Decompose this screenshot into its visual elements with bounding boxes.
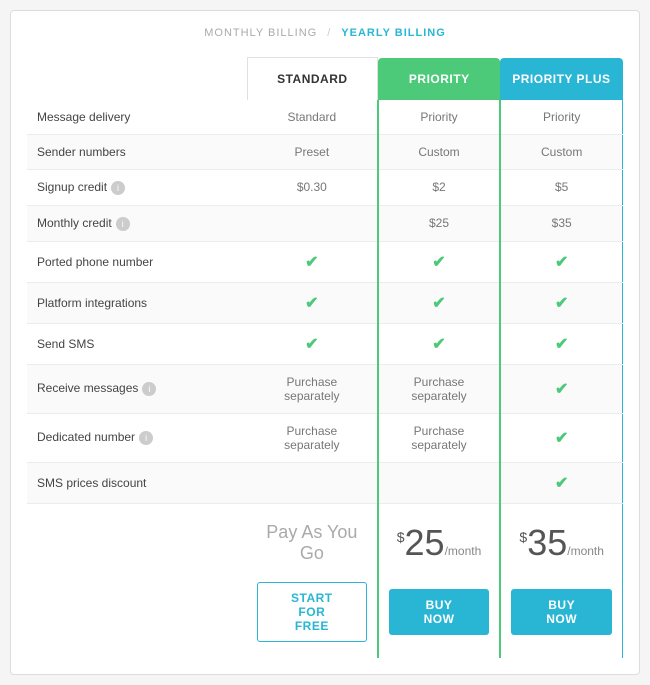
footer-label-empty [27, 503, 247, 574]
feature-label: Receive messagesi [27, 364, 247, 413]
buy-now-priority-plus-button[interactable]: BUY NOW [511, 589, 612, 635]
table-row: Message deliveryStandardPriorityPriority [27, 100, 623, 135]
check-icon: ✔ [305, 295, 318, 312]
column-header-priority: PRIORITY [378, 58, 501, 101]
feature-label: Sender numbers [27, 135, 247, 170]
priority-plus-value: ✔ [500, 323, 622, 364]
priority-plus-value: ✔ [500, 282, 622, 323]
feature-label: Message delivery [27, 100, 247, 135]
check-icon: ✔ [555, 475, 568, 492]
priority-button-cell: BUY NOW [378, 574, 501, 658]
priority-plus-value: ✔ [500, 364, 622, 413]
yearly-billing-label[interactable]: YEARLY BILLING [341, 27, 445, 39]
priority-value: ✔ [378, 282, 501, 323]
check-icon: ✔ [305, 254, 318, 271]
footer-button-row: START FOR FREE BUY NOW BUY NOW [27, 574, 623, 658]
priority-value [378, 462, 501, 503]
priority-value: Purchase separately [378, 413, 501, 462]
priority-plus-price-period: /month [567, 544, 604, 558]
standard-value: ✔ [247, 282, 378, 323]
priority-value: $2 [378, 170, 501, 206]
table-row: Receive messagesiPurchase separatelyPurc… [27, 364, 623, 413]
feature-label: Send SMS [27, 323, 247, 364]
priority-plus-price-amount: $35/month [511, 525, 612, 561]
standard-value: Preset [247, 135, 378, 170]
check-icon: ✔ [432, 295, 445, 312]
standard-value: $0.30 [247, 170, 378, 206]
check-icon: ✔ [305, 336, 318, 353]
table-row: Signup crediti$0.30$2$5 [27, 170, 623, 206]
priority-value: ✔ [378, 241, 501, 282]
priority-value: Custom [378, 135, 501, 170]
table-row: Send SMS ✔ ✔ ✔ [27, 323, 623, 364]
feature-label: Dedicated numberi [27, 413, 247, 462]
priority-value: Priority [378, 100, 501, 135]
priority-plus-value: Priority [500, 100, 622, 135]
table-row: Monthly crediti $25$35 [27, 205, 623, 241]
priority-plus-value: ✔ [500, 413, 622, 462]
standard-value [247, 205, 378, 241]
priority-price-display: $25/month [378, 503, 501, 574]
check-icon: ✔ [555, 295, 568, 312]
pricing-table: STANDARD PRIORITY PRIORITY PLUS Message … [27, 57, 623, 658]
info-icon[interactable]: i [142, 382, 156, 396]
check-icon: ✔ [555, 336, 568, 353]
priority-plus-price-number: 35 [527, 522, 567, 563]
table-row: Sender numbersPresetCustomCustom [27, 135, 623, 170]
check-icon: ✔ [432, 336, 445, 353]
priority-plus-value: ✔ [500, 462, 622, 503]
feature-label: SMS prices discount [27, 462, 247, 503]
column-header-priority-plus: PRIORITY PLUS [500, 58, 622, 101]
priority-value: Purchase separately [378, 364, 501, 413]
priority-plus-value: $5 [500, 170, 622, 206]
check-icon: ✔ [432, 254, 445, 271]
check-icon: ✔ [555, 254, 568, 271]
billing-toggle: MONTHLY BILLING / YEARLY BILLING [27, 27, 623, 39]
billing-divider: / [327, 27, 331, 39]
footer-price-row: Pay As You Go$25/month$35/month [27, 503, 623, 574]
priority-plus-price-display: $35/month [500, 503, 622, 574]
standard-value [247, 462, 378, 503]
column-header-label [27, 58, 247, 101]
start-free-button[interactable]: START FOR FREE [257, 582, 367, 642]
priority-currency-symbol: $ [397, 529, 405, 545]
table-row: Platform integrations ✔ ✔ ✔ [27, 282, 623, 323]
table-row: Ported phone number ✔ ✔ ✔ [27, 241, 623, 282]
column-header-standard: STANDARD [247, 58, 378, 101]
feature-label: Signup crediti [27, 170, 247, 206]
priority-plus-value: Custom [500, 135, 622, 170]
standard-value: Purchase separately [247, 413, 378, 462]
standard-button-cell: START FOR FREE [247, 574, 378, 658]
standard-value: ✔ [247, 241, 378, 282]
priority-value: ✔ [378, 323, 501, 364]
standard-value: Purchase separately [247, 364, 378, 413]
feature-label: Monthly crediti [27, 205, 247, 241]
standard-value: ✔ [247, 323, 378, 364]
check-icon: ✔ [555, 381, 568, 398]
pricing-container: MONTHLY BILLING / YEARLY BILLING STANDAR… [10, 10, 640, 675]
info-icon[interactable]: i [111, 181, 125, 195]
info-icon[interactable]: i [116, 217, 130, 231]
check-icon: ✔ [555, 430, 568, 447]
table-row: Dedicated numberiPurchase separatelyPurc… [27, 413, 623, 462]
info-icon[interactable]: i [139, 431, 153, 445]
priority-price-number: 25 [405, 522, 445, 563]
feature-label: Ported phone number [27, 241, 247, 282]
feature-label: Platform integrations [27, 282, 247, 323]
standard-value: Standard [247, 100, 378, 135]
priority-price-amount: $25/month [389, 525, 490, 561]
button-row-empty [27, 574, 247, 658]
priority-value: $25 [378, 205, 501, 241]
pay-as-go-label: Pay As You Go [266, 522, 357, 563]
table-row: SMS prices discount ✔ [27, 462, 623, 503]
priority-plus-value: $35 [500, 205, 622, 241]
priority-plus-button-cell: BUY NOW [500, 574, 622, 658]
priority-plus-value: ✔ [500, 241, 622, 282]
standard-price-display: Pay As You Go [247, 503, 378, 574]
buy-now-priority-button[interactable]: BUY NOW [389, 589, 490, 635]
priority-price-period: /month [445, 544, 482, 558]
monthly-billing-label[interactable]: MONTHLY BILLING [204, 27, 317, 39]
